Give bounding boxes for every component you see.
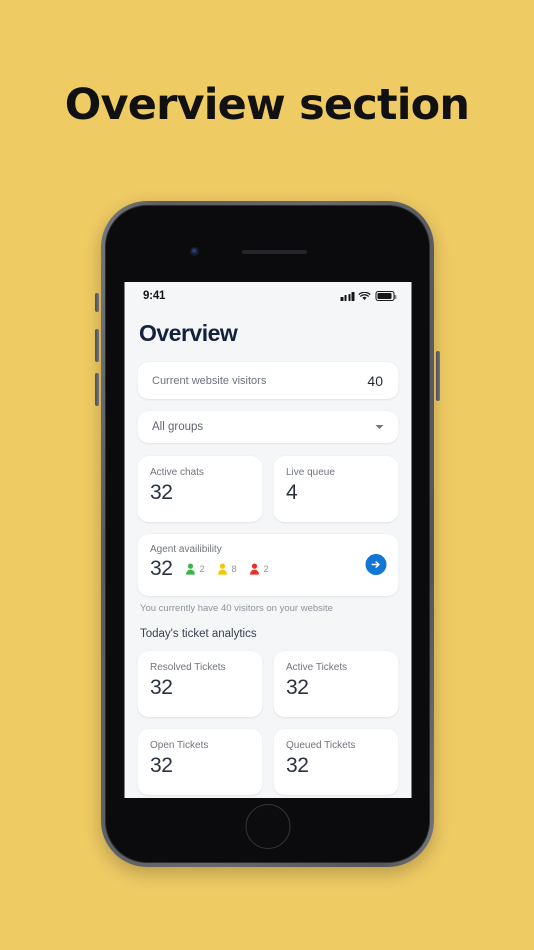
agents-online-count: 2 [199, 564, 205, 574]
chevron-down-icon[interactable] [375, 425, 383, 429]
phone-device-frame: 9:41 Overview Current website visitors 4… [95, 201, 440, 867]
wifi-icon [358, 291, 371, 300]
agent-availability-go-button[interactable] [365, 554, 386, 575]
volume-down-button[interactable] [95, 373, 99, 406]
active-chats-label: Active chats [150, 467, 204, 478]
group-filter-value: All groups [152, 421, 204, 433]
current-visitors-label: Current website visitors [152, 374, 267, 387]
front-camera-icon [189, 247, 199, 256]
page-title: Overview section [64, 80, 470, 130]
agents-away-chip: 8 [218, 563, 237, 575]
agent-availability-card[interactable]: Agent availibility 32 2 8 2 [137, 534, 398, 596]
queued-tickets-card[interactable]: Queued Tickets 32 [273, 729, 398, 795]
queued-tickets-label: Queued Tickets [286, 740, 356, 751]
current-visitors-card[interactable]: Current website visitors 40 [137, 362, 398, 399]
phone-screen: 9:41 Overview Current website visitors 4… [124, 282, 411, 798]
signal-bars-icon [340, 291, 354, 301]
person-away-icon [218, 563, 227, 575]
live-queue-value: 4 [286, 481, 298, 504]
home-button[interactable] [245, 804, 290, 849]
ticket-analytics-heading: Today's ticket analytics [140, 628, 257, 640]
live-stats-grid: Active chats 32 Live queue 4 [137, 456, 398, 522]
mute-switch[interactable] [95, 293, 99, 312]
resolved-tickets-value: 32 [150, 676, 173, 699]
live-queue-card[interactable]: Live queue 4 [273, 456, 398, 522]
current-visitors-value: 40 [367, 372, 383, 389]
agents-offline-chip: 2 [250, 563, 269, 575]
queued-tickets-value: 32 [286, 754, 309, 777]
open-tickets-card[interactable]: Open Tickets 32 [137, 729, 262, 795]
open-tickets-value: 32 [150, 754, 173, 777]
resolved-tickets-card[interactable]: Resolved Tickets 32 [137, 651, 262, 717]
active-tickets-label: Active Tickets [286, 662, 348, 673]
active-chats-value: 32 [150, 481, 173, 504]
earpiece-speaker [241, 250, 307, 254]
arrow-right-icon [371, 561, 380, 568]
person-offline-icon [250, 563, 259, 575]
agent-availability-breakdown: 32 2 8 2 [150, 557, 385, 581]
ticket-grid-row-2: Open Tickets 32 Queued Tickets 32 [137, 729, 398, 795]
volume-up-button[interactable] [95, 329, 99, 362]
power-button[interactable] [436, 351, 440, 401]
group-filter-dropdown[interactable]: All groups [137, 411, 398, 443]
active-tickets-value: 32 [286, 676, 309, 699]
active-tickets-card[interactable]: Active Tickets 32 [273, 651, 398, 717]
open-tickets-label: Open Tickets [150, 740, 209, 751]
phone-body: 9:41 Overview Current website visitors 4… [105, 205, 430, 863]
live-queue-label: Live queue [286, 467, 335, 478]
status-bar: 9:41 [124, 282, 411, 308]
agents-online-chip: 2 [186, 563, 205, 575]
resolved-tickets-label: Resolved Tickets [150, 662, 226, 673]
screen-title: Overview [139, 320, 238, 346]
person-online-icon [186, 563, 195, 575]
agents-offline-count: 2 [263, 564, 269, 574]
overview-scroll-area[interactable]: Overview Current website visitors 40 All… [124, 308, 411, 798]
agents-away-count: 8 [231, 564, 237, 574]
agent-availability-label: Agent availibility [150, 544, 222, 555]
agent-availability-total: 32 [150, 557, 173, 580]
status-time: 9:41 [143, 290, 166, 302]
battery-full-icon [375, 291, 396, 301]
visitors-helper-text: You currently have 40 visitors on your w… [140, 603, 333, 614]
ticket-grid-row-1: Resolved Tickets 32 Active Tickets 32 [137, 651, 398, 717]
active-chats-card[interactable]: Active chats 32 [137, 456, 262, 522]
status-icons [340, 291, 396, 301]
